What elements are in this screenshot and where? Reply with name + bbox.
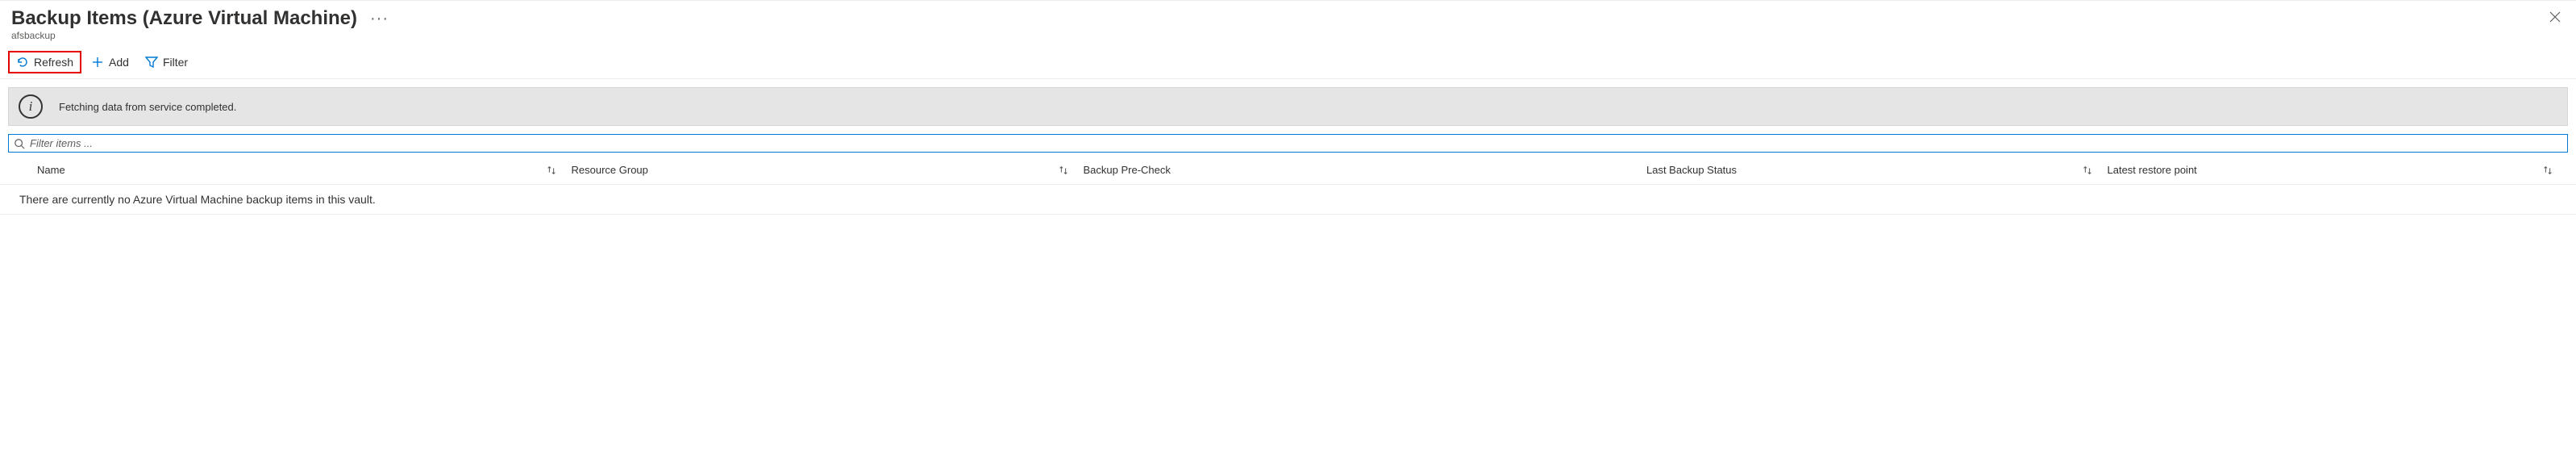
column-name[interactable]: Name <box>8 164 572 176</box>
column-latest-point[interactable]: Latest restore point <box>2108 164 2569 176</box>
sort-icon[interactable] <box>1058 165 1084 176</box>
column-latest-label: Latest restore point <box>2108 164 2197 176</box>
info-banner: i Fetching data from service completed. <box>8 87 2568 126</box>
funnel-icon <box>145 56 158 69</box>
add-button[interactable]: Add <box>85 52 135 72</box>
sort-icon[interactable] <box>546 165 572 176</box>
command-bar: Refresh Add Filter <box>0 46 2576 79</box>
filter-items-input[interactable] <box>30 137 2562 149</box>
column-name-label: Name <box>37 164 65 176</box>
column-pre-check[interactable]: Backup Pre-Check <box>1084 164 1647 176</box>
filter-label: Filter <box>163 56 188 69</box>
refresh-icon <box>16 56 29 69</box>
empty-state-message: There are currently no Azure Virtual Mac… <box>0 185 2576 215</box>
page-subtitle: afsbackup <box>0 30 2576 46</box>
search-icon <box>14 138 25 149</box>
sort-icon[interactable] <box>2082 165 2108 176</box>
backup-items-panel: Backup Items (Azure Virtual Machine) ···… <box>0 0 2576 221</box>
column-precheck-label: Backup Pre-Check <box>1084 164 1171 176</box>
column-resource-group[interactable]: Resource Group <box>572 164 1084 176</box>
page-title: Backup Items (Azure Virtual Machine) <box>11 7 357 30</box>
close-button[interactable] <box>2549 10 2561 23</box>
refresh-label: Refresh <box>34 56 73 69</box>
table-header: Name Resource Group Backup Pre-Check Las… <box>0 154 2576 185</box>
sort-icon[interactable] <box>2542 165 2568 176</box>
column-last-label: Last Backup Status <box>1646 164 1737 176</box>
plus-icon <box>91 56 104 69</box>
filter-button[interactable]: Filter <box>139 52 194 72</box>
add-label: Add <box>109 56 129 69</box>
more-button[interactable]: ··· <box>365 10 393 27</box>
info-message: Fetching data from service completed. <box>59 101 236 113</box>
refresh-button[interactable]: Refresh <box>8 51 81 73</box>
column-rg-label: Resource Group <box>572 164 648 176</box>
column-last-status[interactable]: Last Backup Status <box>1646 164 2108 176</box>
info-icon: i <box>19 94 43 119</box>
filter-items-wrap[interactable] <box>8 134 2568 153</box>
